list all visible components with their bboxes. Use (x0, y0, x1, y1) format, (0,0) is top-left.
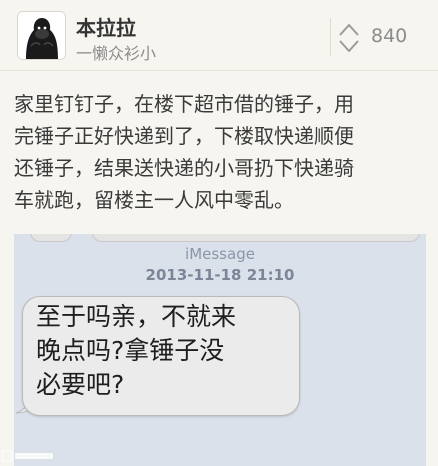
post-text-line: 还锤子，结果送快递的小哥扔下快递骑 (14, 156, 354, 180)
message-timestamp: 2013-11-18 21:10 (145, 266, 295, 284)
up-down-vote-icon[interactable] (338, 22, 360, 54)
message-line: 至于吗亲，不就来 (36, 302, 237, 331)
author-subtitle: 一懒众衫小 (76, 44, 157, 63)
message-text: 至于吗亲，不就来 晚点吗?拿锤子没 必要吧? (36, 300, 306, 402)
imessage-screenshot[interactable]: iMessage 2013-11-18 21:10 至于吗亲，不就来 晚点吗?拿… (14, 234, 426, 466)
previous-message-bubble (92, 234, 420, 242)
previous-message-bubble (30, 234, 72, 242)
gorilla-avatar-icon (18, 12, 65, 59)
avatar[interactable] (17, 11, 66, 60)
post-header: 本拉拉 一懒众衫小 840 (0, 0, 438, 71)
vote-widget[interactable]: 840 (338, 18, 428, 56)
divider (330, 18, 331, 56)
imessage-label: iMessage (185, 245, 255, 263)
message-line: 必要吧? (36, 370, 125, 399)
author-name[interactable]: 本拉拉 (76, 12, 136, 41)
post-text-line: 家里钉钉子，在楼下超市借的锤子，用 (14, 92, 354, 116)
watermark-logo (1, 450, 54, 465)
watermark-icon (1, 450, 53, 462)
vote-count: 840 (371, 25, 408, 47)
post-text-line: 完锤子正好快递到了，下楼取快递顺便 (14, 124, 354, 148)
message-line: 晚点吗?拿锤子没 (36, 336, 225, 365)
post-text-line: 车就跑，留楼主一人风中零乱。 (14, 188, 294, 212)
post-body: 家里钉钉子，在楼下超市借的锤子，用 完锤子正好快递到了，下楼取快递顺便 还锤子，… (14, 88, 428, 216)
